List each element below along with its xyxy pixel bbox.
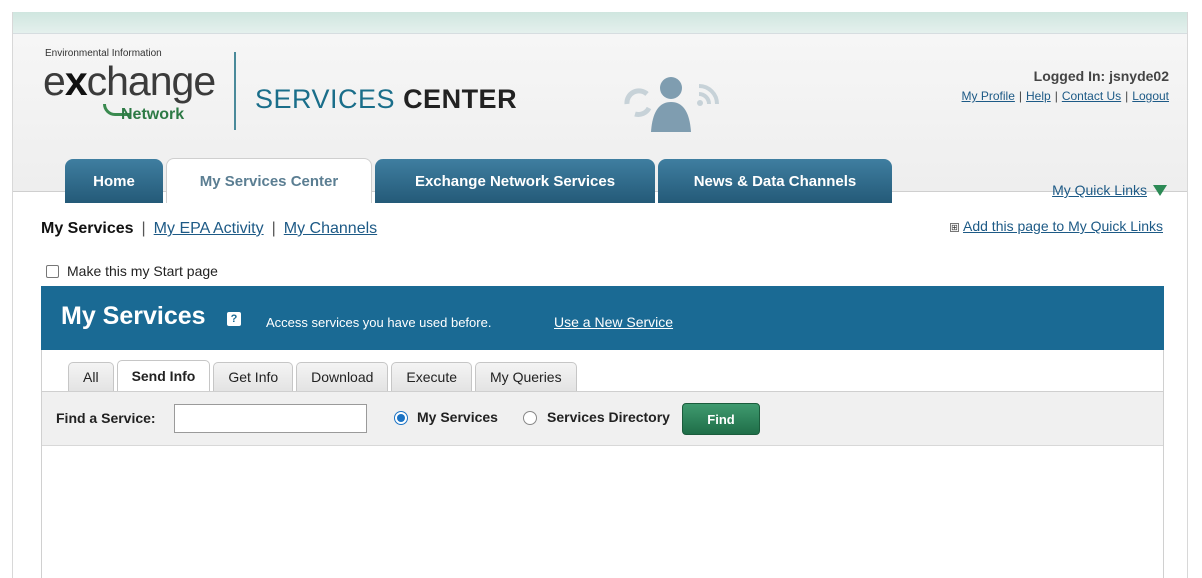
tab-my-services-center[interactable]: My Services Center	[166, 158, 372, 203]
radio-services-directory-label: Services Directory	[547, 409, 670, 425]
tab-all[interactable]: All	[68, 362, 114, 391]
main-tabs: Home My Services Center Exchange Network…	[65, 158, 895, 203]
add-quick-label: Add this page to My Quick Links	[963, 218, 1163, 234]
tab-send-info[interactable]: Send Info	[116, 360, 211, 391]
header-divider	[234, 52, 236, 130]
tab-execute[interactable]: Execute	[391, 362, 473, 391]
tab-my-queries[interactable]: My Queries	[475, 362, 577, 391]
tab-home[interactable]: Home	[65, 159, 163, 203]
my-profile-link[interactable]: My Profile	[962, 89, 1015, 103]
page-frame: Environmental Information exchange Netwo…	[12, 12, 1188, 578]
my-channels-link[interactable]: My Channels	[284, 220, 377, 237]
help-link[interactable]: Help	[1026, 89, 1051, 103]
tab-news-data-channels[interactable]: News & Data Channels	[658, 159, 892, 203]
services-banner: My Services ? Access services you have u…	[41, 286, 1164, 350]
separator: |	[1054, 89, 1058, 103]
person-signal-icon	[613, 74, 723, 134]
sub-navigation: My Services | My EPA Activity | My Channels	[41, 220, 377, 238]
radio-my-services-label: My Services	[417, 409, 498, 425]
separator: |	[1125, 89, 1129, 103]
logged-in-label: Logged In: jsnyde02	[1033, 68, 1169, 84]
services-title: My Services	[61, 302, 206, 330]
separator: |	[271, 220, 276, 237]
use-new-service-link[interactable]: Use a New Service	[554, 314, 673, 330]
add-quick-link[interactable]: ⊞ Add this page to My Quick Links	[950, 218, 1163, 234]
logo-word-e: e	[43, 58, 66, 104]
service-filter-tabs: All Send Info Get Info Download Execute …	[68, 360, 580, 391]
quick-links-label: My Quick Links	[1052, 182, 1147, 198]
logo-wordmark: exchange	[43, 58, 217, 105]
start-page-row: Make this my Start page	[46, 263, 218, 279]
help-icon[interactable]: ?	[227, 312, 241, 326]
user-area: Logged In: jsnyde02 My Profile | Help | Cont…	[962, 68, 1169, 103]
plus-box-icon: ⊞	[950, 223, 959, 232]
site-title-normal: SERVICES	[255, 84, 404, 114]
site-header: Environmental Information exchange Netwo…	[13, 34, 1187, 203]
find-service-label: Find a Service:	[56, 410, 156, 426]
tab-download[interactable]: Download	[296, 362, 389, 391]
tab-get-info[interactable]: Get Info	[213, 362, 294, 391]
exchange-network-logo[interactable]: Environmental Information exchange Netwo…	[41, 44, 221, 134]
find-service-row: Find a Service: My Services Services Dir…	[42, 391, 1163, 446]
contact-us-link[interactable]: Contact Us	[1062, 89, 1121, 103]
services-description: Access services you have used before.	[266, 315, 492, 330]
logout-link[interactable]: Logout	[1132, 89, 1169, 103]
tab-exchange-network-services[interactable]: Exchange Network Services	[375, 159, 655, 203]
site-title: SERVICES CENTER	[255, 84, 517, 115]
find-button[interactable]: Find	[682, 403, 760, 435]
triangle-down-icon	[1153, 185, 1167, 196]
start-page-checkbox[interactable]	[46, 264, 59, 278]
separator: |	[1018, 89, 1022, 103]
radio-services-directory[interactable]	[523, 411, 537, 425]
subnav-current: My Services	[41, 220, 134, 237]
user-links: My Profile | Help | Contact Us | Logout	[962, 89, 1169, 103]
logo-network-text: Network	[121, 106, 185, 123]
radio-my-services[interactable]	[394, 411, 408, 425]
quick-links-dropdown[interactable]: My Quick Links	[1052, 182, 1167, 198]
services-body: All Send Info Get Info Download Execute …	[41, 350, 1164, 578]
site-title-bold: CENTER	[403, 84, 518, 114]
start-page-label: Make this my Start page	[67, 263, 218, 279]
my-epa-activity-link[interactable]: My EPA Activity	[154, 220, 264, 237]
find-service-input[interactable]	[174, 404, 367, 433]
logo-word-x: x	[64, 58, 88, 104]
top-bar	[13, 12, 1187, 34]
logo-word-change: change	[86, 58, 217, 104]
separator: |	[141, 220, 146, 237]
